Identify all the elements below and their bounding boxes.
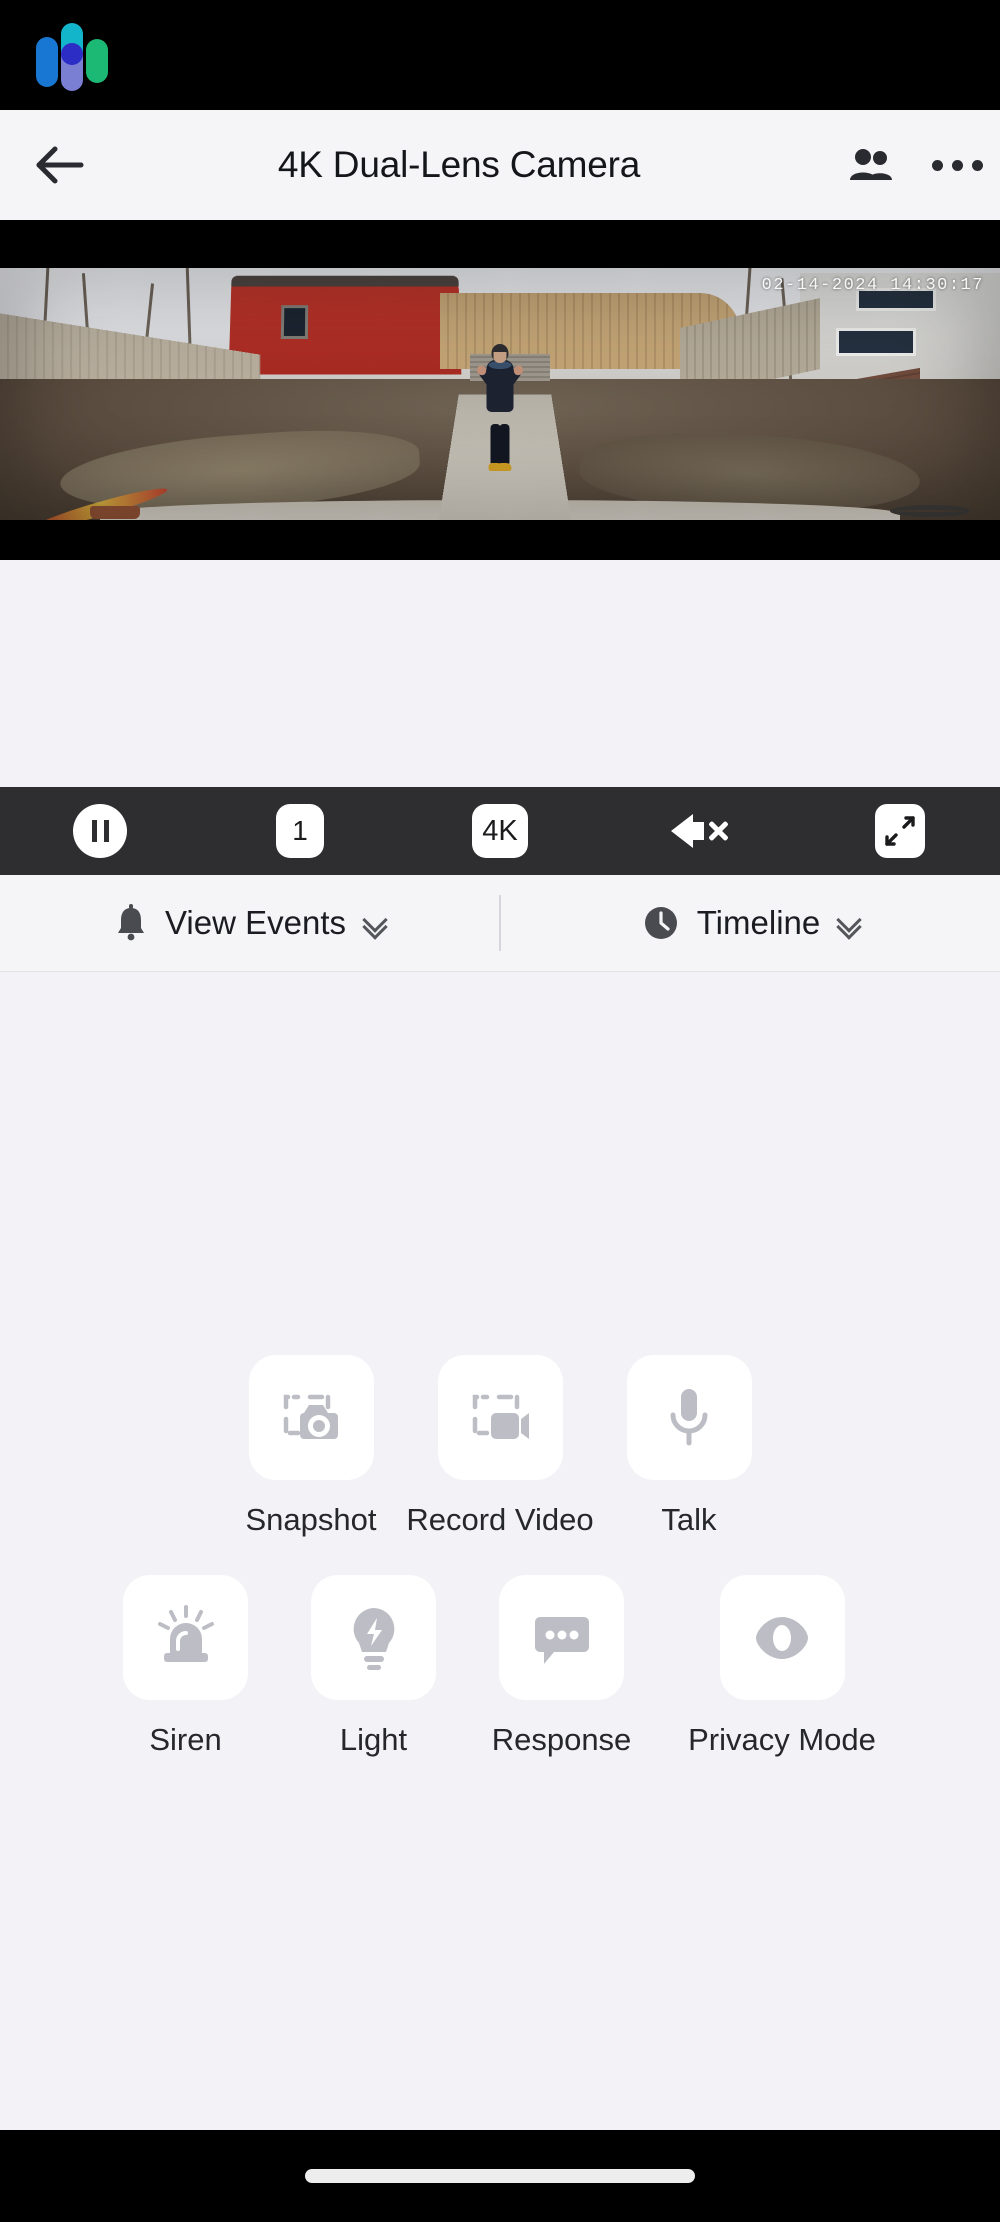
eye-icon [756,1616,808,1659]
video-quality-button[interactable]: 4K [400,804,600,858]
light-bulb-icon [353,1607,394,1670]
page-title: 4K Dual-Lens Camera [277,144,641,185]
more-options-icon [931,159,983,171]
action-response[interactable]: Response [492,1575,631,1758]
camera-scene [0,268,1000,520]
action-siren-label: Siren [149,1722,222,1757]
status-bar [0,0,1000,110]
action-privacy-mode[interactable]: Privacy Mode [687,1575,877,1758]
video-frame: 02-14-2024 14:30:17 [0,268,1000,520]
action-response-label: Response [491,1722,632,1757]
bell-icon [118,904,144,941]
clock-icon [644,907,677,939]
action-record-video-label: Record Video [406,1502,594,1537]
red-garage [228,283,462,375]
speaker-muted-icon [670,814,730,848]
app-header: 4K Dual-Lens Camera [0,110,1000,220]
response-bubble-icon [534,1616,589,1664]
action-snapshot[interactable]: Snapshot [245,1355,377,1538]
people-icon [850,149,892,180]
snapshot-icon [283,1394,338,1439]
action-light-label: Light [339,1722,408,1757]
tab-view-events[interactable]: View Events [0,904,499,942]
action-privacy-mode-label: Privacy Mode [688,1722,876,1757]
action-light[interactable]: Light [311,1575,436,1758]
content-tabs: View Events Timeline [0,875,1000,972]
video-player[interactable]: 02-14-2024 14:30:17 [0,220,1000,560]
system-navigation-bar [0,2130,1000,2222]
playback-speed-label: 1 [276,804,324,858]
action-grid: Snapshot Record Video Talk Siren Light R… [0,1355,1000,1758]
record-video-icon [472,1394,529,1439]
share-members-button[interactable] [828,147,914,183]
app-logo [34,17,108,93]
action-snapshot-label: Snapshot [245,1502,377,1537]
fullscreen-button[interactable] [800,804,1000,858]
video-quality-label: 4K [472,804,528,858]
action-record-video[interactable]: Record Video [406,1355,594,1538]
video-control-bar: 1 4K [0,787,1000,875]
pause-icon [91,820,109,842]
microphone-icon [670,1388,708,1445]
tab-timeline-label: Timeline [696,904,821,941]
home-gesture-pill[interactable] [305,2169,695,2183]
siren-icon [157,1604,214,1662]
tab-view-events-label: View Events [165,904,346,941]
back-arrow-icon [36,146,84,184]
pause-button[interactable] [0,804,200,858]
more-options-button[interactable] [914,159,1000,171]
video-timestamp: 02-14-2024 14:30:17 [761,276,984,295]
action-row-1: Snapshot Record Video Talk [0,1355,1000,1538]
chevron-down-icon [837,912,859,934]
back-button[interactable] [0,144,120,186]
fullscreen-expand-icon [885,816,915,846]
action-row-2: Siren Light Response Privacy Mode [0,1575,1000,1758]
mute-button[interactable] [600,814,800,848]
action-talk-label: Talk [661,1502,717,1537]
action-siren[interactable]: Siren [123,1575,248,1758]
tab-timeline[interactable]: Timeline [501,904,1000,942]
phone-screen: 4K Dual-Lens Camera 02-14-2024 14:30:17 … [0,0,1000,2222]
chevron-down-icon [363,912,385,934]
playback-speed-button[interactable]: 1 [200,804,400,858]
action-talk[interactable]: Talk [626,1355,752,1538]
